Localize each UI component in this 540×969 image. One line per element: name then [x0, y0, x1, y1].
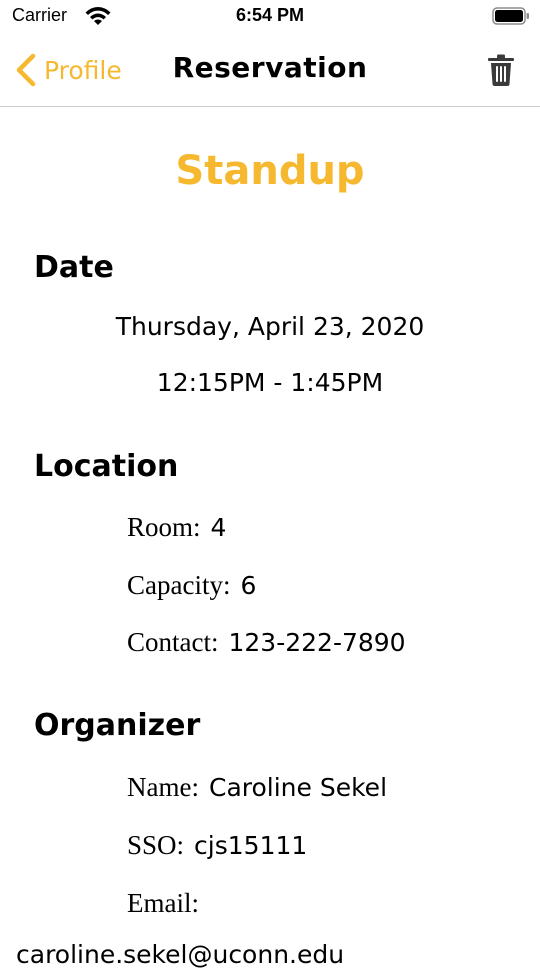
name-label: Name: — [127, 772, 199, 802]
capacity-row: Capacity: 6 — [127, 570, 256, 601]
contact-value: 123-222-7890 — [228, 628, 406, 657]
location-section-header: Location — [34, 449, 179, 484]
capacity-value: 6 — [240, 571, 257, 600]
trash-icon[interactable] — [488, 54, 514, 86]
reservation-time-range: 12:15PM - 1:45PM — [156, 368, 384, 397]
date-section-header: Date — [34, 250, 114, 285]
reservation-date: Thursday, April 23, 2020 — [115, 312, 425, 341]
room-value: 4 — [210, 513, 227, 542]
contact-row: Contact: 123-222-7890 — [127, 627, 406, 658]
capacity-label: Capacity: — [127, 570, 231, 600]
contact-label: Contact: — [127, 627, 219, 657]
name-row: Name: Caroline Sekel — [127, 772, 387, 803]
organizer-section-header: Organizer — [34, 708, 201, 743]
email-label: Email: — [127, 888, 199, 918]
battery-icon — [492, 7, 529, 25]
email-value[interactable]: caroline.sekel@uconn.edu — [16, 940, 344, 969]
reservation-title: Standup — [175, 148, 365, 194]
email-row: Email: — [127, 888, 209, 919]
page-title: Reservation — [172, 51, 368, 84]
sso-value: cjs15111 — [194, 831, 308, 860]
sso-row: SSO: cjs15111 — [127, 830, 307, 861]
status-time: 6:54 PM — [235, 5, 305, 25]
navigation-bar: Profile Reservation — [0, 34, 540, 107]
room-row: Room: 4 — [127, 512, 226, 543]
room-label: Room: — [127, 512, 201, 542]
sso-label: SSO: — [127, 830, 185, 860]
name-value: Caroline Sekel — [208, 773, 388, 802]
status-bar: Carrier 6:54 PM — [0, 0, 540, 34]
